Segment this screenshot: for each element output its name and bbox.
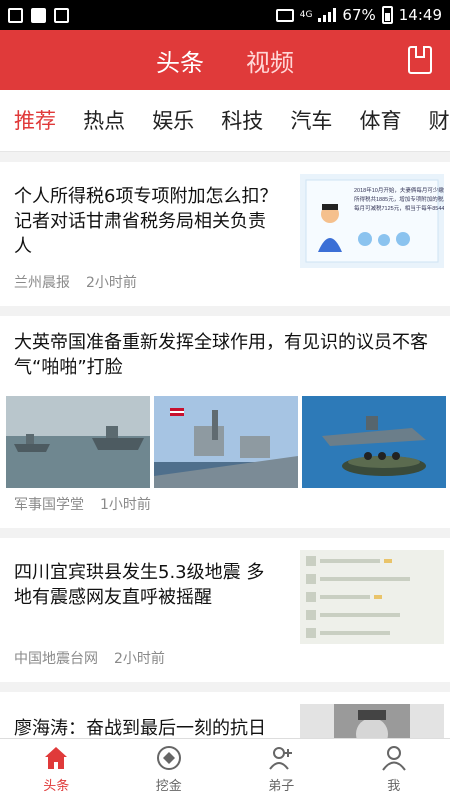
news-title: 大英帝国准备重新发挥全球作用，有见识的议员不客气“啪啪”打脸: [14, 332, 428, 378]
battery-percent: 67%: [342, 6, 376, 24]
news-source: 军事国学堂: [14, 497, 84, 513]
home-icon: [45, 747, 68, 769]
news-time: 1小时前: [100, 497, 151, 513]
news-thumbnails: [6, 396, 446, 488]
tab-video[interactable]: 视频: [246, 43, 294, 78]
nav-label: 头条: [43, 779, 70, 794]
user-icon: [381, 746, 406, 771]
news-meta: 兰州晨报 2小时前: [14, 272, 137, 292]
message-icon: [31, 7, 46, 23]
news-card[interactable]: 大英帝国准备重新发挥全球作用，有见识的议员不客气“啪啪”打脸 军事国学堂 1小时…: [0, 316, 450, 528]
channel-sports[interactable]: 体育: [359, 90, 401, 151]
network-label: 4G: [299, 9, 313, 20]
news-feed: 个人所得税6项专项附加怎么扣？记者对话甘肃省税务局相关负责人 2018年10月开…: [0, 152, 450, 738]
news-thumbnail: [300, 704, 444, 738]
news-source: 中国地震台网: [14, 651, 98, 667]
news-time: 2小时前: [114, 651, 165, 667]
nav-label: 我: [387, 779, 401, 794]
channel-recommend[interactable]: 推荐: [14, 90, 56, 151]
thumbnail-text-1: 2018年10月开始，夫妻俩每月可少缴个人: [354, 186, 444, 194]
channel-tech[interactable]: 科技: [221, 90, 263, 151]
picture-icon: [8, 7, 23, 23]
tab-headlines[interactable]: 头条: [156, 43, 204, 78]
bottom-nav: 头条 挖金 弟子 我: [0, 738, 450, 800]
nav-me[interactable]: 我: [338, 739, 450, 800]
add-user-icon: [269, 747, 293, 770]
nav-label: 挖金: [155, 779, 182, 794]
top-tabs: 头条 视频: [156, 43, 294, 78]
news-thumbnail: 2018年10月开始，夫妻俩每月可少缴个人 所得税共1885元，增加专项附加的税…: [300, 174, 444, 268]
news-meta: 军事国学堂 1小时前: [14, 494, 151, 514]
thumbnail-text-3: 每月可减税7125元，相当于每年8544元。: [354, 204, 444, 212]
nav-dig-gold[interactable]: 挖金: [113, 739, 226, 800]
battery-icon: [381, 6, 393, 24]
channel-entertainment[interactable]: 娱乐: [152, 90, 194, 151]
status-left-icons: [8, 7, 69, 23]
news-thumbnail: [302, 396, 446, 488]
news-card[interactable]: 廖海涛：奋战到最后一刻的抗日英雄: [0, 692, 450, 738]
cast-icon: [275, 8, 294, 22]
top-bar: 头条 视频: [0, 30, 450, 90]
news-thumbnail: [154, 396, 298, 488]
thumbnail-text-2: 所得税共1885元，增加专项附加的税后，: [354, 195, 444, 203]
news-title: 个人所得税6项专项附加怎么扣？记者对话甘肃省税务局相关负责人: [14, 186, 278, 257]
news-title: 四川宜宾珙县发生5.3级地震 多地有震感网友直呼被摇醒: [14, 562, 265, 608]
channel-bar: 推荐 热点 娱乐 科技 汽车 体育 财经: [0, 90, 450, 152]
news-card[interactable]: 个人所得税6项专项附加怎么扣？记者对话甘肃省税务局相关负责人 2018年10月开…: [0, 162, 450, 306]
nav-headlines[interactable]: 头条: [0, 739, 113, 800]
bookmark-icon[interactable]: [408, 46, 432, 74]
news-time: 2小时前: [86, 275, 137, 291]
news-card[interactable]: 四川宜宾珙县发生5.3级地震 多地有震感网友直呼被摇醒 中国地震台网 2小时前: [0, 538, 450, 682]
news-meta: 中国地震台网 2小时前: [14, 648, 165, 668]
clock: 14:49: [398, 6, 442, 24]
file-icon: [54, 7, 69, 23]
nav-label: 弟子: [268, 779, 295, 794]
channel-hot[interactable]: 热点: [83, 90, 125, 151]
coin-icon: [156, 746, 181, 770]
signal-icon: [318, 8, 337, 22]
channel-finance[interactable]: 财经: [429, 90, 450, 151]
news-title: 廖海涛：奋战到最后一刻的抗日英雄: [14, 718, 266, 738]
nav-disciples[interactable]: 弟子: [225, 739, 338, 800]
news-thumbnail: [6, 396, 150, 488]
status-bar: 4G 67% 14:49: [0, 0, 450, 30]
channel-auto[interactable]: 汽车: [290, 90, 332, 151]
status-right: 4G 67% 14:49: [275, 6, 442, 24]
news-thumbnail: [300, 550, 444, 644]
news-source: 兰州晨报: [14, 275, 70, 291]
